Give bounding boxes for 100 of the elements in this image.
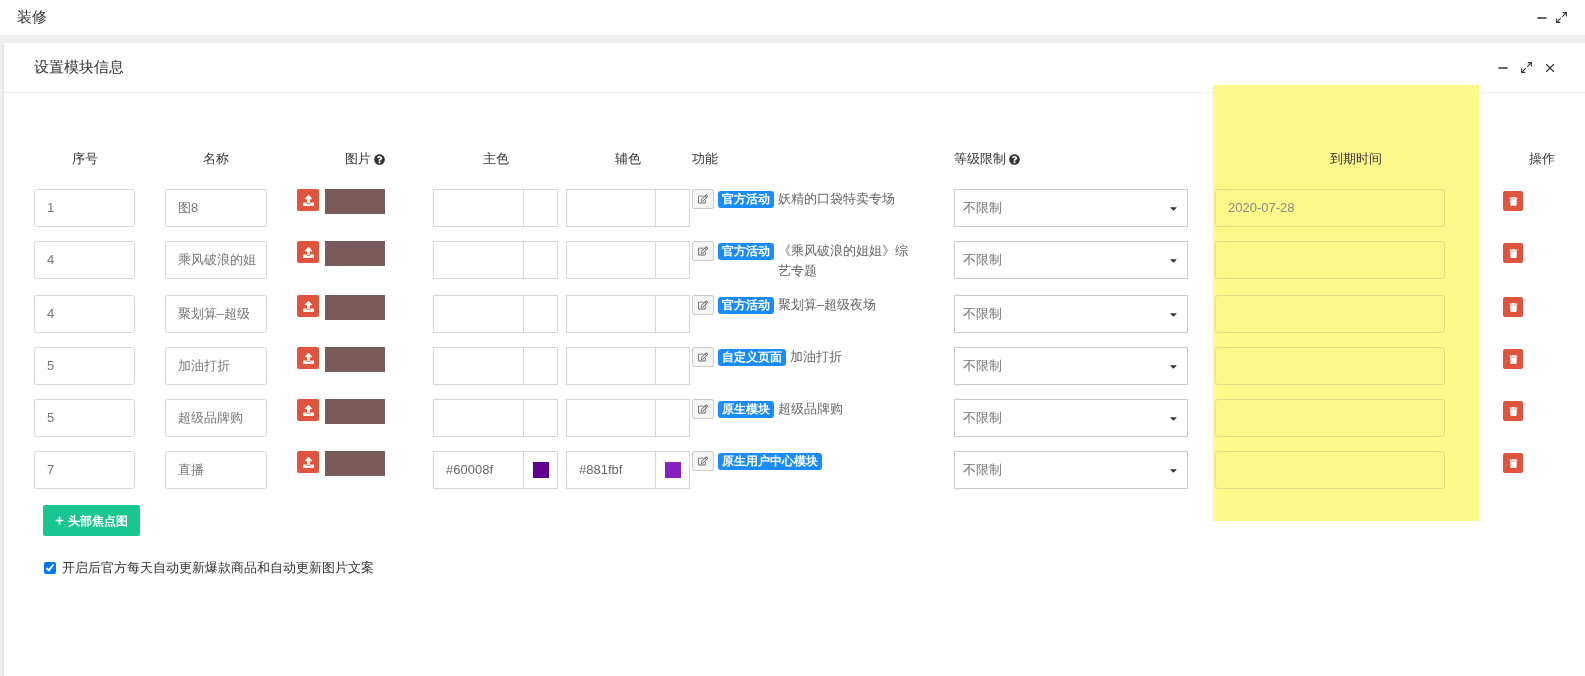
color-value: #60008f [446,461,493,480]
module-title: 《乘风破浪的姐姐》综艺专题 [778,242,909,280]
index-field[interactable]: 1 [34,189,135,227]
color-field[interactable] [566,189,690,227]
color-field[interactable]: #881fbf [566,451,690,489]
grade-select[interactable]: 不限制 [954,347,1188,385]
module-title: 加油打折 [790,348,843,366]
date-field[interactable] [1215,295,1445,333]
photo-placeholder [325,347,385,372]
grade-select[interactable]: 不限制 [954,451,1188,489]
date-field[interactable] [1215,399,1445,437]
index-field[interactable]: 7 [34,451,135,489]
help-icon[interactable] [1009,153,1020,165]
checkbox-label: 开启后官方每天自动更新爆款商品和自动更新图片文案 [62,559,374,577]
type-badge: 原生用户中心模块 [718,453,822,470]
photo-placeholder [325,189,385,214]
photo-placeholder [325,295,385,320]
module-title: 超级品牌购 [778,400,844,418]
upload-button[interactable] [297,451,319,473]
trash-icon [1508,302,1518,312]
color-field[interactable] [566,295,690,333]
upload-button[interactable] [297,399,319,421]
column-header: 主色 [482,150,509,169]
color-field[interactable] [566,347,690,385]
name-field[interactable]: 加油打折 [165,347,267,385]
date-field[interactable] [1215,241,1445,279]
delete-button[interactable] [1503,297,1523,317]
trash-icon [1508,196,1518,206]
edit-icon [698,300,708,310]
date-field[interactable] [1215,347,1445,385]
delete-button[interactable] [1503,243,1523,263]
upload-button[interactable] [297,347,319,369]
name-field[interactable]: 图8 [165,189,267,227]
name-field[interactable]: 直播 [165,451,267,489]
upload-button[interactable] [297,295,319,317]
edit-button[interactable] [692,399,714,419]
grade-select[interactable]: 不限制 [954,399,1188,437]
delete-button[interactable] [1503,191,1523,211]
color-field[interactable] [566,399,690,437]
edit-button[interactable] [692,189,714,209]
trash-icon [1508,354,1518,364]
column-header: 名称 [203,150,229,169]
type-badge: 自定义页面 [718,349,786,366]
auto-update-checkbox[interactable] [44,561,56,574]
upload-icon [302,404,314,416]
type-badge: 官方活动 [718,297,774,314]
color-field[interactable]: #60008f [433,451,558,489]
maximize-icon[interactable] [1555,11,1568,24]
date-field[interactable]: 2020-07-28 [1215,189,1445,227]
column-header: 辅色 [615,150,641,169]
upload-icon [302,352,314,364]
module-title: 妖精的口袋特卖专场 [778,190,896,208]
index-field[interactable]: 5 [34,399,135,437]
column-header: 等级限制 [954,149,1188,169]
delete-button[interactable] [1503,453,1523,473]
plus-icon [55,516,64,525]
column-header: 序号 [71,150,98,169]
edit-icon [698,246,708,256]
column-header: 到期时间 [1330,150,1382,169]
color-field[interactable] [433,189,558,227]
upload-icon [302,194,314,206]
color-field[interactable] [433,347,558,385]
edit-icon [698,194,708,204]
edit-button[interactable] [692,295,714,315]
type-badge: 官方活动 [718,191,774,208]
help-icon[interactable] [374,153,385,165]
edit-icon [698,404,708,414]
edit-button[interactable] [692,347,714,367]
edit-button[interactable] [692,241,714,261]
color-field[interactable] [433,241,558,279]
name-field[interactable]: 乘风破浪的姐 [165,241,267,279]
color-field[interactable] [433,295,558,333]
name-field[interactable]: 超级品牌购 [165,399,267,437]
maximize-icon[interactable] [1520,61,1533,74]
edit-button[interactable] [692,451,714,471]
column-header: 操作 [1529,150,1555,169]
type-badge: 官方活动 [718,243,774,260]
color-value: #881fbf [579,461,623,480]
grade-select[interactable]: 不限制 [954,241,1188,279]
photo-placeholder [325,241,385,266]
name-field[interactable]: 聚划算–超级 [165,295,267,333]
module-title: 聚划算–超级夜场 [778,296,878,314]
delete-button[interactable] [1503,401,1523,421]
column-header: 功能 [692,150,719,169]
delete-button[interactable] [1503,349,1523,369]
color-field[interactable] [433,399,558,437]
index-field[interactable]: 5 [34,347,135,385]
index-field[interactable]: 4 [34,295,135,333]
upload-icon [302,246,314,258]
color-field[interactable] [566,241,690,279]
trash-icon [1508,248,1518,258]
date-field[interactable] [1215,451,1445,489]
grade-select[interactable]: 不限制 [954,189,1188,227]
upload-button[interactable] [297,189,319,211]
upload-button[interactable] [297,241,319,263]
page-title: 装修 [17,7,47,28]
grade-select[interactable]: 不限制 [954,295,1188,333]
index-field[interactable]: 4 [34,241,135,279]
edit-icon [698,352,708,362]
dialog-title: 设置模块信息 [34,57,124,78]
